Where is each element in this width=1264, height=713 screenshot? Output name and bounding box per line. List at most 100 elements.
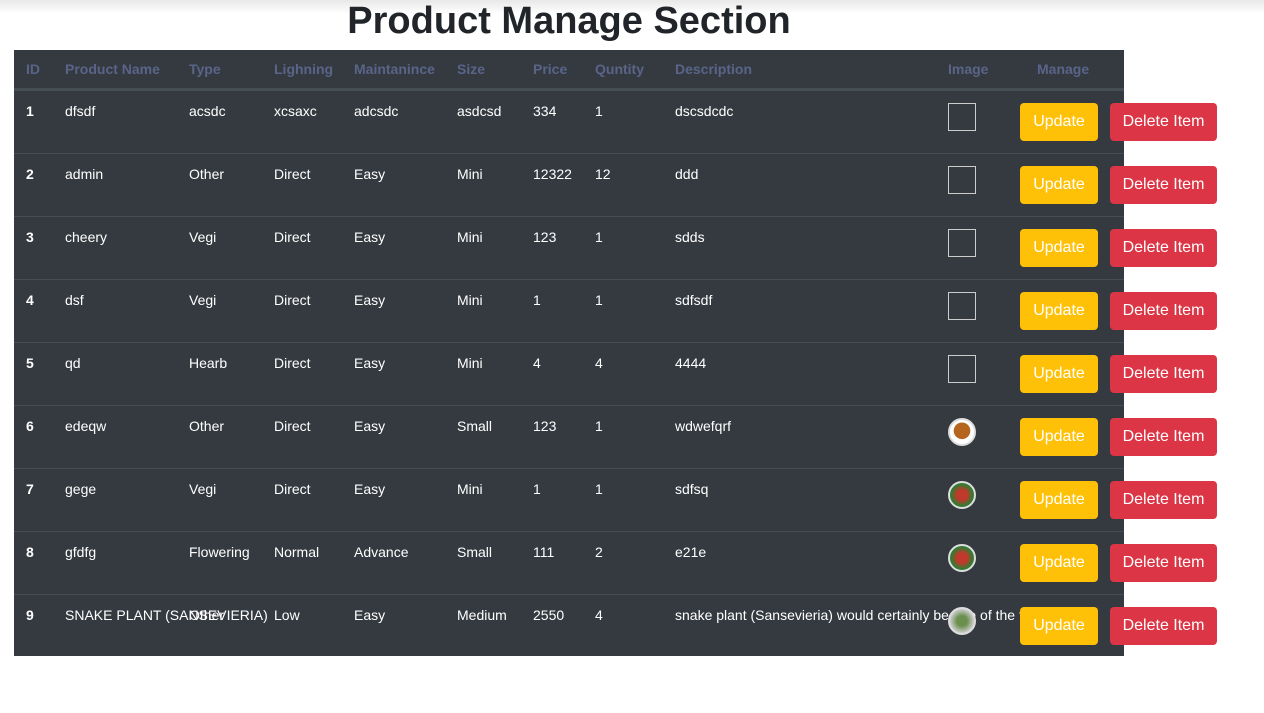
column-header: Lighning [274,61,334,77]
cell-type: Other [189,607,225,623]
cell-light: Direct [274,166,311,182]
delete-item-button[interactable]: Delete Item [1110,292,1217,330]
cell-type: acsdc [189,103,226,119]
delete-item-button[interactable]: Delete Item [1110,418,1217,456]
product-image [948,481,976,509]
column-header: Price [533,61,568,77]
cell-maint: Advance [354,544,409,560]
update-button[interactable]: Update [1020,355,1098,393]
table-row: 5 qd Hearb Direct Easy Mini 4 4 4444 Update Delete… [14,342,1217,405]
cell-size: Mini [457,166,483,182]
cell-light: Normal [274,544,320,560]
cell-size: Small [457,418,493,434]
table-row: 7 gege Vegi Direct Easy Mini 1 1 sdfsq Update Dele… [14,468,1217,531]
cell-name: qd [65,355,81,371]
cell-desc: snake plant (Sansevieria) would certainl… [675,607,1079,623]
cell-name: admin [65,166,104,182]
delete-item-button[interactable]: Delete Item [1110,229,1217,267]
cell-light: Direct [274,481,311,497]
cell-name: edeqw [65,418,107,434]
cell-id: 7 [26,481,34,497]
cell-price: 123 [533,418,557,434]
cell-size: Mini [457,481,483,497]
cell-type: Hearb [189,355,228,371]
products-table: ID Product Name Type Lighning Maintanince Siz… [14,50,1217,657]
product-image [948,418,976,446]
cell-desc: e21e [675,544,707,560]
cell-desc: ddd [675,166,699,182]
cell-type: Other [189,418,225,434]
update-button[interactable]: Update [1020,544,1098,582]
cell-qty: 4 [595,355,603,371]
delete-item-button[interactable]: Delete Item [1110,166,1217,204]
cell-desc: wdwefqrf [675,418,732,434]
cell-maint: adcsdc [354,103,399,119]
cell-type: Vegi [189,481,217,497]
cell-maint: Easy [354,229,386,245]
delete-item-button[interactable]: Delete Item [1110,607,1217,645]
cell-size: Medium [457,607,507,623]
cell-type: Vegi [189,292,217,308]
cell-name: dsf [65,292,84,308]
cell-qty: 2 [595,544,603,560]
cell-desc: sdds [675,229,705,245]
table-row: 6 edeqw Other Direct Easy Small 123 1 wdwefqrf Up… [14,405,1217,468]
cell-qty: 1 [595,418,603,434]
cell-size: Mini [457,355,483,371]
cell-light: Direct [274,418,311,434]
update-button[interactable]: Update [1020,229,1098,267]
cell-qty: 1 [595,292,603,308]
cell-light: Direct [274,229,311,245]
cell-id: 8 [26,544,34,560]
cell-qty: 1 [595,103,603,119]
table-row: 4 dsf Vegi Direct Easy Mini 1 1 sdfsdf Update Dele… [14,279,1217,342]
cell-light: Low [274,607,300,623]
cell-desc: dscsdcdc [675,103,734,119]
column-header: Size [457,61,486,77]
table-header: ID Product Name Type Lighning Maintanince Siz… [14,50,1124,90]
update-button[interactable]: Update [1020,166,1098,204]
cell-name: dfsdf [65,103,96,119]
product-image [948,355,976,383]
cell-size: Small [457,544,493,560]
cell-maint: Easy [354,166,386,182]
update-button[interactable]: Update [1020,481,1098,519]
column-header: Description [675,61,753,77]
cell-id: 3 [26,229,34,245]
delete-item-button[interactable]: Delete Item [1110,103,1217,141]
cell-id: 5 [26,355,34,371]
cell-price: 2550 [533,607,565,623]
page-title: Product Manage Section [347,0,791,42]
product-image [948,103,976,131]
column-header: Manage [1037,61,1090,77]
product-image [948,292,976,320]
cell-qty: 1 [595,481,603,497]
update-button[interactable]: Update [1020,418,1098,456]
product-image [948,544,976,572]
cell-price: 1 [533,481,541,497]
cell-id: 4 [26,292,34,308]
cell-maint: Easy [354,418,386,434]
delete-item-button[interactable]: Delete Item [1110,544,1217,582]
cell-light: Direct [274,355,311,371]
table-row: 1 dfsdf acsdc xcsaxc adcsdc asdcsd 334 1 dscsdcd… [14,90,1217,153]
table-row: 9 SNAKE PLANT (SANSEVIERIA) Other Low Easy Me… [14,594,1217,657]
update-button[interactable]: Update [1020,292,1098,330]
cell-size: Mini [457,292,483,308]
cell-price: 4 [533,355,541,371]
cell-qty: 1 [595,229,603,245]
cell-maint: Easy [354,481,386,497]
delete-item-button[interactable]: Delete Item [1110,355,1217,393]
cell-id: 1 [26,103,34,119]
cell-name: SNAKE PLANT (SANSEVIERIA) [65,607,268,623]
product-image [948,607,976,635]
column-header: Quntity [595,61,644,77]
cell-type: Flowering [189,544,250,560]
update-button[interactable]: Update [1020,103,1098,141]
cell-maint: Easy [354,607,386,623]
update-button[interactable]: Update [1020,607,1098,645]
cell-id: 9 [26,607,34,623]
delete-item-button[interactable]: Delete Item [1110,481,1217,519]
product-image [948,229,976,257]
column-header: Image [948,61,989,77]
